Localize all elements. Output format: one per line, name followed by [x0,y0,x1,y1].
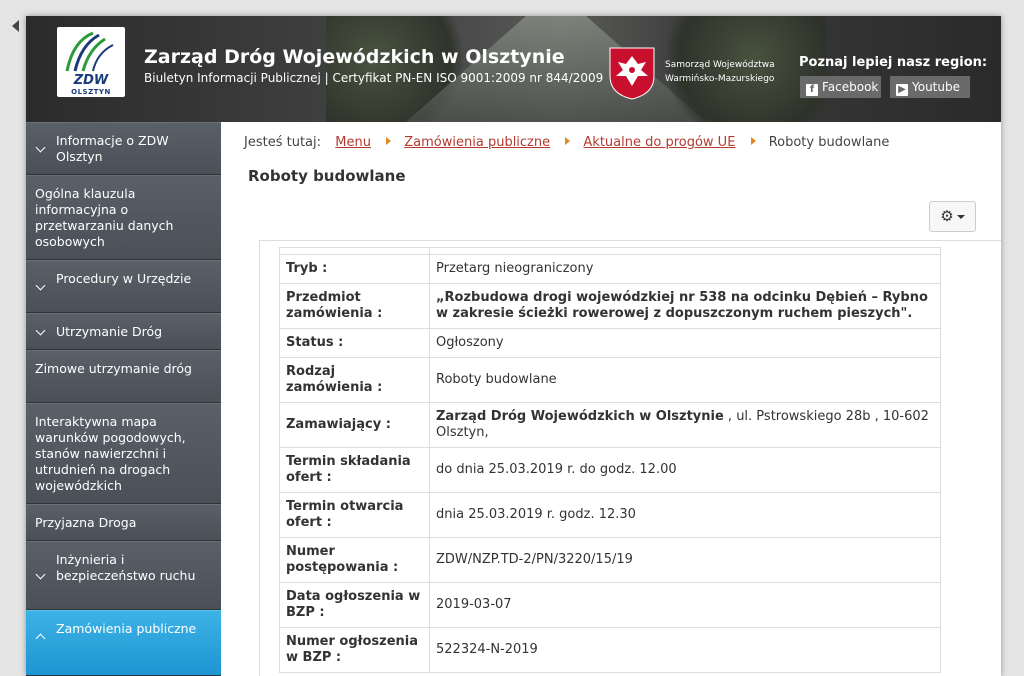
row-label: Przedmiot zamówienia : [279,283,430,329]
chevron-down-icon [35,569,46,580]
table-row: Termin składania ofert : do dnia 25.03.2… [279,447,941,493]
coat-of-arms-icon[interactable] [608,46,656,100]
sidebar-item-procedury[interactable]: Procedury w Urzędzie [26,260,221,313]
table-row: Numer postępowania : ZDW/NZP.TD-2/PN/322… [279,537,941,583]
site-title[interactable]: Zarząd Dróg Wojewódzkich w Olsztynie [144,46,565,68]
breadcrumb-arrow-icon [386,137,392,145]
scroll-left-arrow[interactable] [12,20,19,32]
logo-city-text: OLSZTYN [71,88,111,96]
facebook-button[interactable]: f Facebook [800,76,881,98]
table-row: Status : Ogłoszony [279,328,941,358]
sidebar-item-label: Zamówienia publiczne [56,621,197,636]
youtube-button[interactable]: ▶ Youtube [890,76,970,98]
row-label: Status : [279,328,430,358]
row-value: 2019-03-07 [429,582,941,628]
chevron-down-icon [35,325,46,336]
row-label: Data ogłoszenia w BZP : [279,582,430,628]
row-label: Numer postępowania : [279,537,430,583]
sidebar-item-inzynieria[interactable]: Inżynieria i bezpieczeństwo ruchu [26,541,221,610]
breadcrumb: Jesteś tutaj: Menu Zamówienia publiczne … [244,135,889,150]
sidebar-item-label: Procedury w Urzędzie [56,271,192,286]
settings-dropdown-button[interactable]: ⚙ [929,201,976,232]
crest-caption: Samorząd Województwa Warmińsko-Mazurskie… [665,58,775,86]
sidebar-item-label: Inżynieria i bezpieczeństwo ruchu [56,552,196,583]
breadcrumb-link-aktualne[interactable]: Aktualne do progów UE [583,135,735,150]
sidebar-item-label: Ogólna klauzula informacyjna o przetwarz… [35,186,174,249]
sidebar-item-klauzula[interactable]: Ogólna klauzula informacyjna o przetwarz… [26,175,221,260]
main-content: Jesteś tutaj: Menu Zamówienia publiczne … [221,122,1001,676]
details-panel: Tryb : Przetarg nieograniczony Przedmiot… [259,240,1001,676]
contracting-authority-name: Zarząd Dróg Wojewódzkich w Olsztynie [436,409,724,424]
row-label: Numer ogłoszenia w BZP : [279,627,430,673]
breadcrumb-link-menu[interactable]: Menu [335,135,371,150]
logo-road-icon [65,31,114,72]
row-label: Zamawiający : [279,402,430,448]
sidebar-item-informacje[interactable]: Informacje o ZDW Olsztyn [26,122,221,175]
row-label: Rodzaj zamówienia : [279,357,430,403]
table-row: Tryb : Przetarg nieograniczony [279,254,941,284]
sidebar-item-zamowienia[interactable]: Zamówienia publiczne [26,610,221,676]
table-row: Numer ogłoszenia w BZP : 522324-N-2019 [279,627,941,673]
sidebar-item-label: Zimowe utrzymanie dróg [35,361,192,376]
row-label: Termin otwarcia ofert : [279,492,430,538]
table-row: Termin otwarcia ofert : dnia 25.03.2019 … [279,492,941,538]
sidebar-item-label: Informacje o ZDW Olsztyn [56,133,169,164]
row-value: Zarząd Dróg Wojewódzkich w Olsztynie , u… [429,402,941,448]
caret-down-icon [956,215,965,219]
breadcrumb-prefix: Jesteś tutaj: [244,135,321,150]
row-value: „Rozbudowa drogi wojewódzkiej nr 538 na … [429,283,941,329]
row-value: dnia 25.03.2019 r. godz. 12.30 [429,492,941,538]
sidebar-item-utrzymanie[interactable]: Utrzymanie Dróg [26,313,221,350]
logo-zdw-text: ZDW [73,73,109,88]
breadcrumb-current: Roboty budowlane [768,135,890,150]
facebook-label: Facebook [822,80,879,94]
sidebar-nav: Informacje o ZDW Olsztyn Ogólna klauzula… [26,122,221,676]
tender-details-table: Tryb : Przetarg nieograniczony Przedmiot… [279,247,941,673]
table-row: Data ogłoszenia w BZP : 2019-03-07 [279,582,941,628]
row-label: Tryb : [279,254,430,284]
row-value: Roboty budowlane [429,357,941,403]
youtube-label: Youtube [912,80,960,94]
table-row: Zamawiający : Zarząd Dróg Wojewódzkich w… [279,402,941,448]
chevron-down-icon [35,142,46,153]
sidebar-item-label: Interaktywna mapa warunków pogodowych, s… [35,414,186,493]
crest-caption-line2: Warmińsko-Mazurskiego [665,74,775,84]
page-title: Roboty budowlane [248,167,406,185]
zdw-logo[interactable]: ZDW OLSZTYN [57,27,125,97]
breadcrumb-arrow-icon [750,137,756,145]
table-row: Przedmiot zamówienia : „Rozbudowa drogi … [279,283,941,329]
page: ZDW OLSZTYN Zarząd Dróg Wojewódzkich w O… [26,16,1001,676]
row-value: Ogłoszony [429,328,941,358]
breadcrumb-link-zamowienia[interactable]: Zamówienia publiczne [404,135,550,150]
youtube-icon: ▶ [896,84,908,96]
gear-icon: ⚙ [940,207,954,225]
sidebar-item-label: Przyjazna Droga [35,515,137,530]
table-row: Rodzaj zamówienia : Roboty budowlane [279,357,941,403]
site-subtitle: Biuletyn Informacji Publicznej | Certyfi… [144,71,604,85]
sidebar-item-przyjazna-droga[interactable]: Przyjazna Droga [26,504,221,541]
sidebar-item-label: Utrzymanie Dróg [56,324,163,339]
site-header: ZDW OLSZTYN Zarząd Dróg Wojewódzkich w O… [26,16,1001,122]
row-label: Termin składania ofert : [279,447,430,493]
row-value: ZDW/NZP.TD-2/PN/3220/15/19 [429,537,941,583]
crest-caption-line1: Samorząd Województwa [665,60,775,70]
row-value: do dnia 25.03.2019 r. do godz. 12.00 [429,447,941,493]
sidebar-item-mapa[interactable]: Interaktywna mapa warunków pogodowych, s… [26,403,221,504]
sidebar-item-zimowe[interactable]: Zimowe utrzymanie dróg [26,350,221,403]
chevron-up-icon [35,633,46,644]
row-value: 522324-N-2019 [429,627,941,673]
table-row [279,247,941,255]
chevron-down-icon [35,280,46,291]
breadcrumb-arrow-icon [565,137,571,145]
row-value: Przetarg nieograniczony [429,254,941,284]
facebook-icon: f [806,84,818,96]
region-title: Poznaj lepiej nasz region: [799,55,988,70]
